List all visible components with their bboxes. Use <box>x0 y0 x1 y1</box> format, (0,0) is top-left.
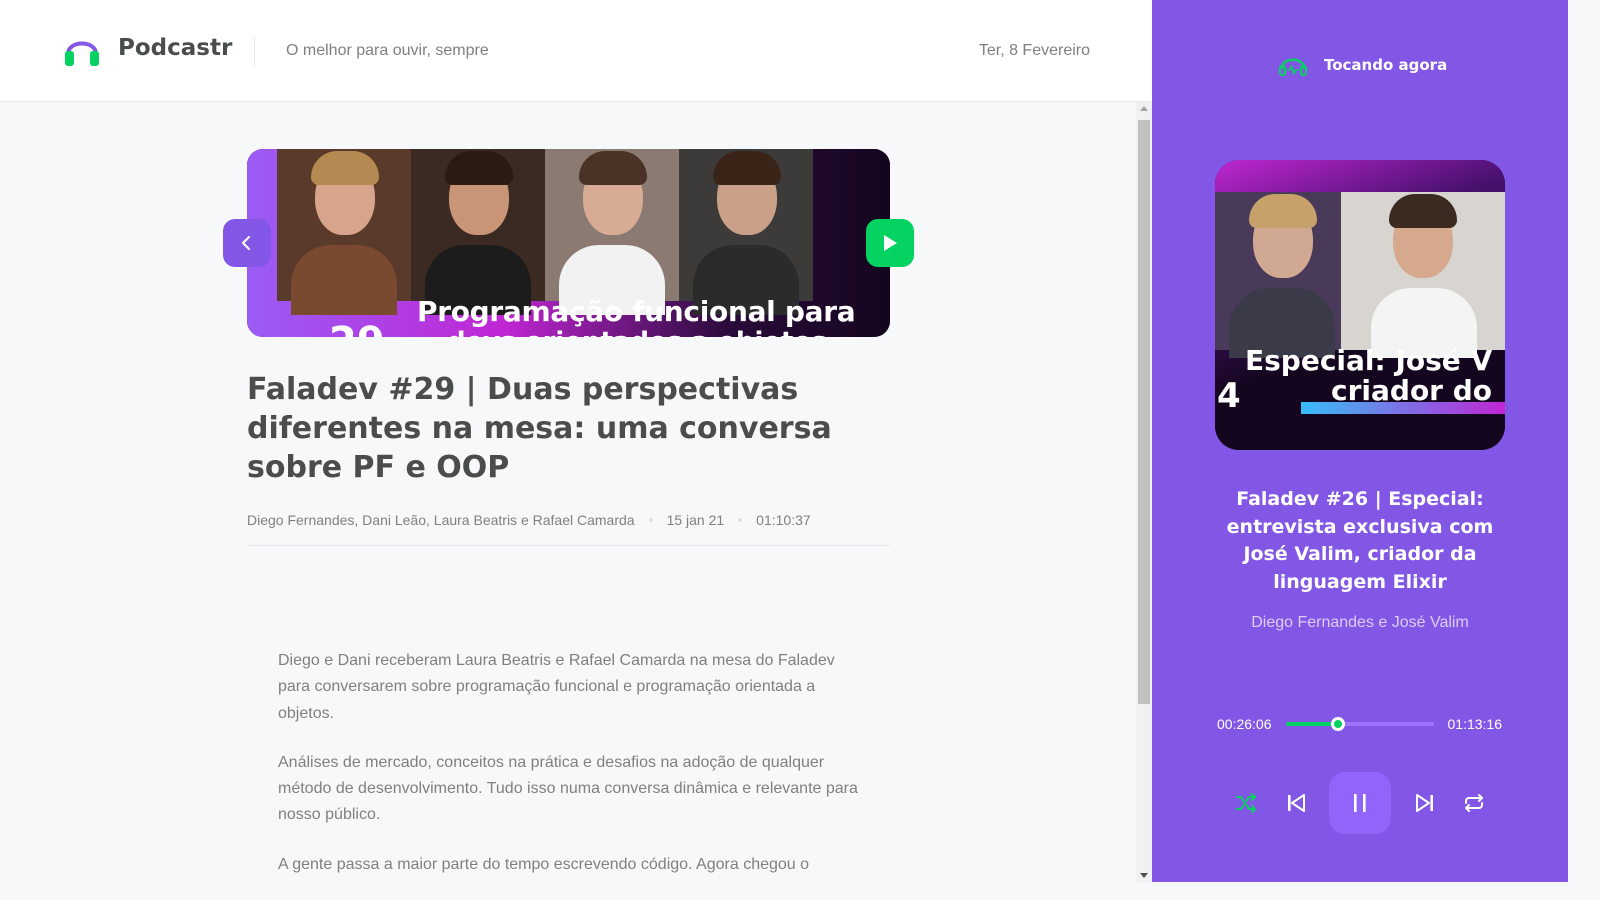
play-previous-icon <box>1287 794 1305 812</box>
episode-title: Faladev #29 | Duas perspectivas diferent… <box>247 372 832 485</box>
cover-number: 4 <box>1217 376 1241 416</box>
pause-icon <box>1354 794 1366 812</box>
divider <box>247 545 890 546</box>
progress-slider[interactable] <box>1285 717 1434 731</box>
play-icon <box>884 235 897 251</box>
now-playing-title: Faladev #26 | Especial: entrevista exclu… <box>1226 488 1494 593</box>
back-button[interactable] <box>223 219 271 267</box>
total-time: 01:13:16 <box>1447 716 1503 732</box>
guest-photo <box>679 149 813 315</box>
tagline: O melhor para ouvir, sempre <box>286 42 489 59</box>
episode-description: Diego e Dani receberam Laura Beatris e R… <box>278 648 868 900</box>
episode-meta: Diego Fernandes, Dani Leão, Laura Beatri… <box>247 512 811 528</box>
player-heading-text: Tocando agora <box>1324 56 1448 74</box>
cover-caption: Especial: José V <box>1245 344 1493 377</box>
thumbnail-number: 29 <box>329 319 385 337</box>
now-playing-members: Diego Fernandes e José Valim <box>1251 614 1469 631</box>
description-paragraph: Análises de mercado, conceitos na prátic… <box>278 753 858 824</box>
guest-photo <box>277 149 411 315</box>
page-scrollbar[interactable] <box>1136 102 1152 882</box>
headphones-logo-icon <box>65 41 99 66</box>
progress-handle[interactable] <box>1331 717 1346 731</box>
guest-photo <box>1341 192 1505 358</box>
cover-accent-bar <box>1301 402 1505 414</box>
repeat-icon <box>1465 794 1483 812</box>
separator-dot <box>738 518 743 522</box>
guest-photo <box>1215 192 1341 358</box>
thumbnail-caption: Programação funcional para <box>417 295 856 328</box>
pause-button[interactable] <box>1329 772 1391 834</box>
description-paragraph: A gente passa a maior parte do tempo esc… <box>278 855 810 873</box>
description-paragraph: Diego e Dani receberam Laura Beatris e R… <box>278 652 835 722</box>
progress-bar: 00:26:06 01:13:16 <box>1217 716 1507 732</box>
episode-thumbnail: 29 Programação funcional para devs orien… <box>247 149 890 337</box>
app-header: Podcastr O melhor para ouvir, sempre Ter… <box>0 0 1152 102</box>
shuffle-button[interactable] <box>1230 787 1262 819</box>
header-divider <box>254 36 255 66</box>
play-next-button[interactable] <box>1409 787 1441 819</box>
guest-photo <box>545 149 679 315</box>
thumbnail-caption-2: devs orientados a objetos <box>447 327 827 337</box>
scroll-up-arrow-icon[interactable] <box>1140 106 1148 111</box>
brand-name: Podcastr <box>118 35 233 61</box>
headphones-now-playing-icon <box>1279 58 1307 76</box>
guest-photo <box>411 149 545 315</box>
episode-members: Diego Fernandes, Dani Leão, Laura Beatri… <box>247 512 635 528</box>
separator-dot <box>648 518 653 522</box>
arrow-left-icon <box>242 236 250 250</box>
play-episode-button[interactable] <box>866 219 914 267</box>
player-controls <box>1230 772 1490 834</box>
scroll-down-arrow-icon[interactable] <box>1140 873 1148 878</box>
episode-date: 15 jan 21 <box>666 512 725 528</box>
scrollbar-thumb[interactable] <box>1138 120 1150 704</box>
repeat-button[interactable] <box>1458 787 1490 819</box>
shuffle-icon <box>1236 793 1256 813</box>
main-content: Podcastr O melhor para ouvir, sempre Ter… <box>0 0 1152 882</box>
current-date: Ter, 8 Fevereiro <box>978 42 1090 59</box>
current-time: 00:26:06 <box>1217 716 1272 732</box>
play-previous-button[interactable] <box>1280 787 1312 819</box>
play-next-icon <box>1415 794 1433 812</box>
now-playing-cover: Especial: José V criador do 4 <box>1215 160 1505 450</box>
episode-duration: 01:10:37 <box>756 512 811 528</box>
player-heading: Tocando agora <box>1278 52 1447 78</box>
